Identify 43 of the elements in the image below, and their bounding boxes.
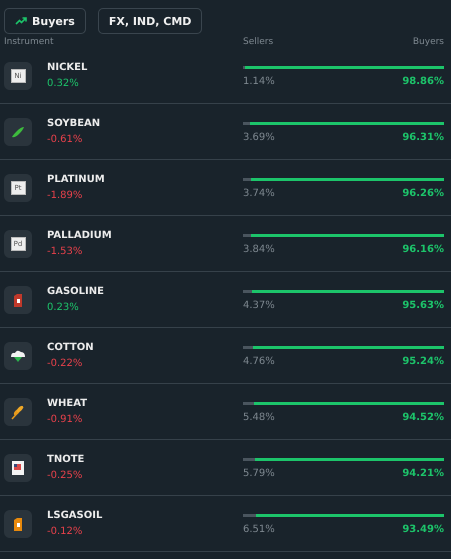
buyers-percent: 93.49% (402, 524, 444, 535)
buyers-percent: 94.52% (402, 412, 444, 423)
instrument-name: PALLADIUM (47, 230, 113, 241)
price-change: 0.23% (47, 302, 80, 313)
instrument-name: WHEAT (47, 398, 88, 409)
sellers-percent: 1.14% (243, 76, 275, 87)
price-change: -0.12% (47, 526, 84, 537)
column-header: Instrument (4, 37, 55, 47)
price-change: -0.91% (47, 414, 84, 425)
document-icon (9, 458, 27, 476)
sellers-percent: 5.79% (243, 468, 275, 479)
price-change: 0.32% (47, 78, 80, 89)
sellers-percent: 6.51% (243, 524, 275, 535)
sellers-percent: 3.84% (243, 244, 275, 255)
buyers-percent: 95.63% (402, 300, 444, 311)
column-header: Sellers (243, 37, 274, 47)
sellers-percent: 3.69% (243, 132, 275, 143)
instrument-name: PLATINUM (47, 174, 106, 185)
buyers-percent: 96.26% (402, 188, 444, 199)
sellers-percent: 3.74% (243, 188, 275, 199)
filter-button[interactable]: FX, IND, CMD (98, 8, 202, 34)
sellers-percent: 4.76% (243, 356, 275, 367)
column-header: Buyers (412, 37, 444, 47)
price-change: -0.25% (47, 470, 84, 481)
sellers-percent: 5.48% (243, 412, 275, 423)
buyers-percent: 94.21% (402, 468, 444, 479)
buyers-percent: 96.16% (402, 244, 444, 255)
instrument-name: COTTON (47, 342, 95, 353)
instrument-name: NICKEL (47, 62, 88, 73)
price-change: -1.53% (47, 246, 84, 257)
instrument-name: SOYBEAN (47, 118, 102, 129)
instrument-name: GASOLINE (47, 286, 105, 297)
price-change: -0.22% (47, 358, 84, 369)
price-change: -0.61% (47, 134, 84, 145)
sellers-percent: 4.37% (243, 300, 275, 311)
buyers-percent: 95.24% (402, 356, 444, 367)
instrument-name: TNOTE (47, 454, 86, 465)
instrument-name: LSGASOIL (47, 510, 104, 521)
buyers-percent: 96.31% (402, 132, 444, 143)
buyers-percent: 98.86% (402, 76, 444, 87)
price-change: -1.89% (47, 190, 84, 201)
trend-up-icon (15, 17, 27, 25)
filter-button[interactable]: Buyers (4, 8, 86, 34)
